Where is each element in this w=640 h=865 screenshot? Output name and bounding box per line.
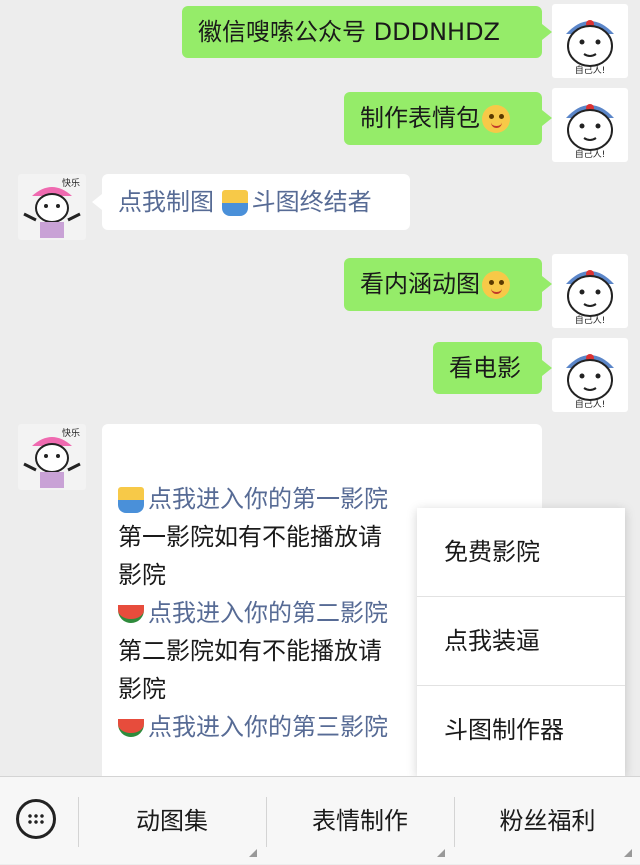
menu-gif-collection[interactable]: 动图集 bbox=[79, 777, 265, 865]
smirk-emoji-icon bbox=[482, 105, 510, 133]
avatar-label: 自己人! bbox=[574, 150, 606, 160]
bottom-menu-bar: 动图集 表情制作 粉丝福利 bbox=[0, 776, 640, 864]
menu-sticker-maker[interactable]: 表情制作 bbox=[267, 777, 453, 865]
avatar-label: 自己人! bbox=[574, 400, 606, 410]
avatar-label: 快乐 bbox=[61, 429, 80, 439]
avatar-label: 自己人! bbox=[574, 66, 606, 76]
link-make-image[interactable]: 点我制图 bbox=[118, 188, 214, 216]
outgoing-message[interactable]: 制作表情包 bbox=[344, 92, 552, 145]
bot-avatar[interactable]: 快乐 bbox=[18, 174, 86, 240]
menu-fan-benefits[interactable]: 粉丝福利 bbox=[455, 777, 640, 865]
link-cinema-2[interactable]: 点我进入你的第二影院 bbox=[148, 599, 388, 627]
outgoing-message[interactable]: 看内涵动图 bbox=[344, 258, 552, 311]
submenu-popup: 免费影院 点我装逼 斗图制作器 bbox=[417, 508, 625, 776]
chat-area[interactable]: 徽信嗖嗦公众号 DDDNHDZ 自己人! 制作表情包 自己人! 快乐 点我制图 … bbox=[0, 0, 640, 776]
watermelon-icon bbox=[118, 719, 144, 737]
submenu-item-meme-maker[interactable]: 斗图制作器 bbox=[417, 686, 625, 775]
popcorn-icon bbox=[221, 190, 248, 216]
watermelon-icon bbox=[118, 605, 144, 623]
popcorn-icon bbox=[118, 487, 144, 513]
link-cinema-3[interactable]: 点我进入你的第三影院 bbox=[148, 713, 388, 741]
message-text: 看内涵动图 bbox=[360, 270, 480, 298]
avatar-label: 自己人! bbox=[574, 316, 606, 326]
self-avatar[interactable]: 自己人! bbox=[552, 254, 628, 328]
self-avatar[interactable]: 自己人! bbox=[552, 88, 628, 162]
smirk-emoji-icon bbox=[482, 271, 510, 299]
self-avatar[interactable]: 自己人! bbox=[552, 4, 628, 78]
message-text: 徽信嗖嗦公众号 DDDNHDZ bbox=[198, 18, 500, 46]
bot-avatar[interactable]: 快乐 bbox=[18, 424, 86, 490]
keyboard-toggle-icon[interactable] bbox=[16, 799, 56, 839]
avatar-label: 快乐 bbox=[61, 179, 80, 189]
message-text: 看电影 bbox=[449, 354, 521, 382]
incoming-message[interactable]: 点我制图 斗图终结者 bbox=[92, 174, 410, 230]
message-text: 制作表情包 bbox=[360, 104, 480, 132]
submenu-item-free-cinema[interactable]: 免费影院 bbox=[417, 508, 625, 597]
self-avatar[interactable]: 自己人! bbox=[552, 338, 628, 412]
link-meme-terminator[interactable]: 斗图终结者 bbox=[252, 188, 372, 216]
link-cinema-1[interactable]: 点我进入你的第一影院 bbox=[148, 485, 388, 513]
outgoing-message[interactable]: 徽信嗖嗦公众号 DDDNHDZ bbox=[182, 6, 552, 58]
outgoing-message[interactable]: 看电影 bbox=[433, 342, 552, 394]
submenu-item-show-off[interactable]: 点我装逼 bbox=[417, 597, 625, 686]
